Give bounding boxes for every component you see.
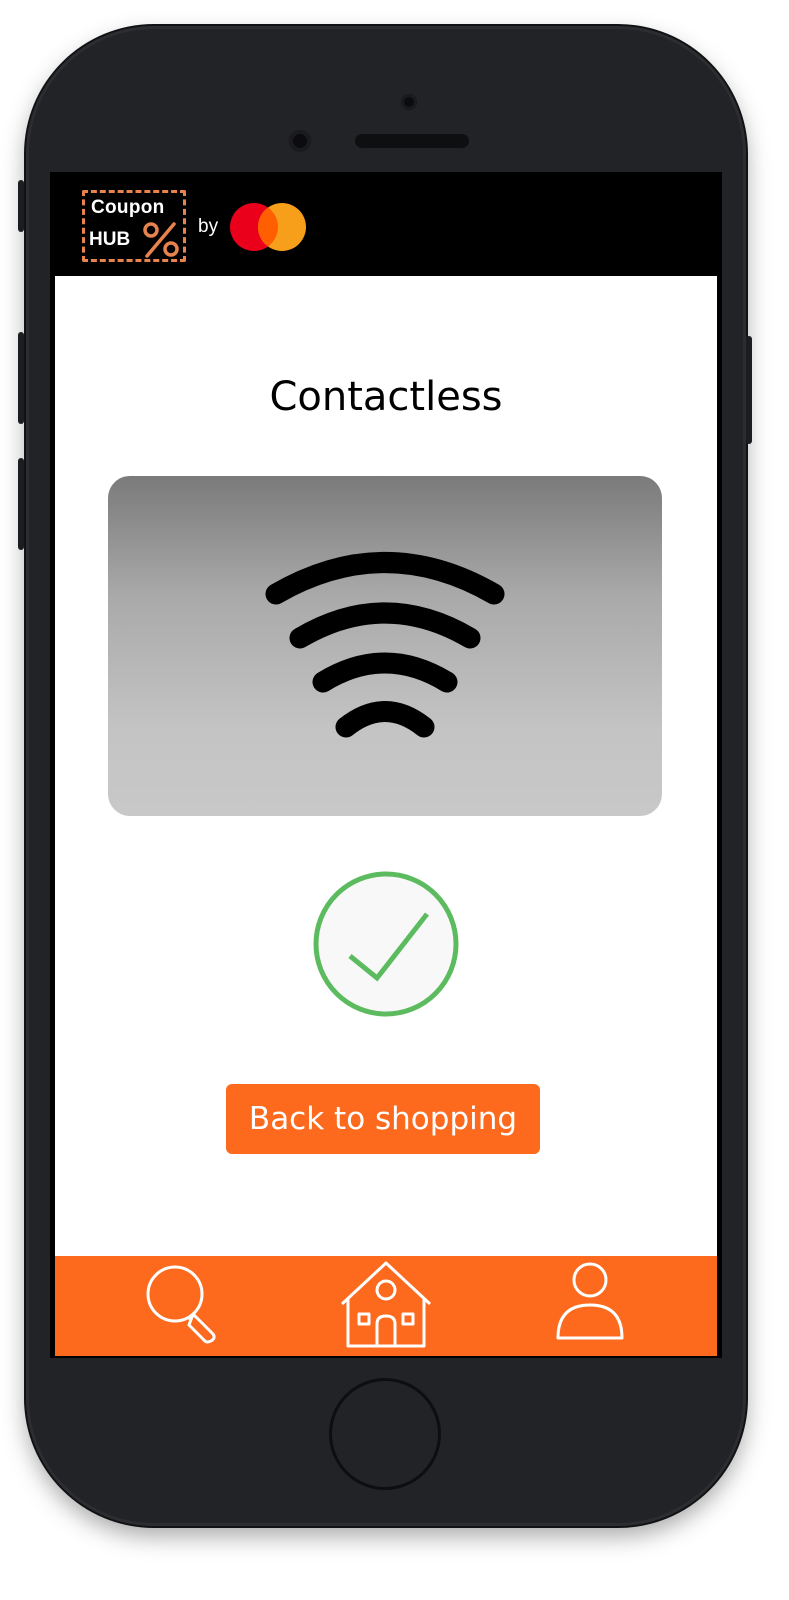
couponhub-logo: Coupon HUB xyxy=(82,190,186,262)
earpiece-speaker xyxy=(355,134,469,148)
mastercard-logo-icon xyxy=(230,203,306,251)
logo-hub-text: HUB xyxy=(89,229,131,250)
contactless-card xyxy=(108,476,662,816)
profile-icon[interactable] xyxy=(555,1260,625,1340)
success-check-icon xyxy=(313,871,459,1017)
percent-icon xyxy=(143,222,179,258)
home-icon[interactable] xyxy=(339,1260,433,1350)
volume-down-button xyxy=(18,458,24,550)
logo-by-text: by xyxy=(198,216,219,237)
bottom-navigation xyxy=(55,1256,717,1356)
front-camera xyxy=(401,94,417,110)
power-button xyxy=(746,336,752,444)
proximity-sensor xyxy=(289,130,311,152)
main-content: Contactless Back to shopping xyxy=(55,276,717,1256)
back-to-shopping-button[interactable]: Back to shopping xyxy=(226,1084,540,1154)
volume-up-button xyxy=(18,332,24,424)
app-screen: Coupon HUB by Contactless Back to shoppi… xyxy=(50,172,722,1358)
search-icon[interactable] xyxy=(141,1260,221,1344)
phone-home-button[interactable] xyxy=(329,1378,441,1490)
logo-coupon-text: Coupon xyxy=(91,197,165,218)
page-title: Contactless xyxy=(269,374,503,420)
contactless-waves-icon xyxy=(265,552,505,738)
mute-switch xyxy=(18,180,24,232)
app-header: Coupon HUB by xyxy=(50,172,722,276)
